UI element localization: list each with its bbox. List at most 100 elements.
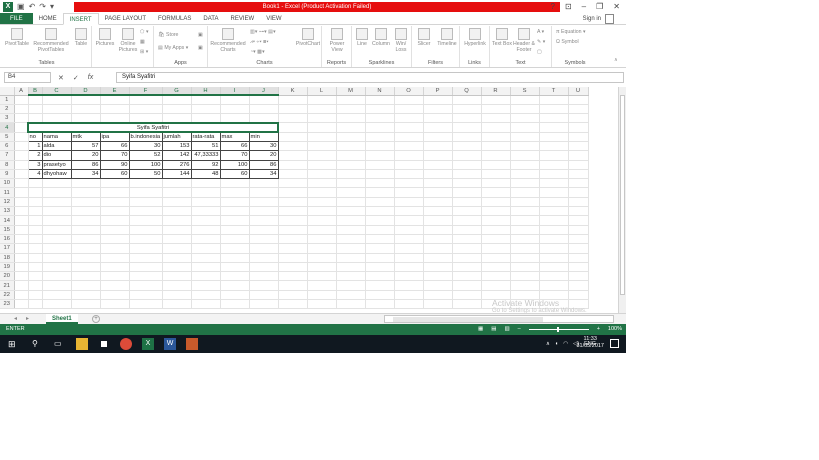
cell[interactable] — [249, 178, 279, 189]
cell[interactable] — [510, 132, 540, 143]
cell[interactable] — [42, 280, 72, 291]
cell[interactable] — [481, 178, 511, 189]
cell[interactable] — [394, 187, 424, 198]
cell[interactable] — [481, 132, 511, 143]
cell[interactable] — [71, 197, 101, 208]
data-cell[interactable]: 4 — [27, 168, 43, 180]
cell[interactable] — [568, 169, 589, 180]
cell[interactable] — [336, 197, 366, 208]
cell[interactable] — [28, 234, 43, 245]
cell[interactable] — [307, 280, 337, 291]
cell[interactable] — [278, 262, 308, 273]
cell[interactable] — [249, 197, 279, 208]
cell[interactable] — [568, 225, 589, 235]
cell[interactable] — [510, 262, 540, 273]
cell[interactable] — [510, 178, 540, 189]
cell[interactable] — [14, 104, 29, 115]
sign-in-label[interactable]: Sign in — [583, 13, 601, 25]
vertical-scroll-thumb[interactable] — [620, 95, 625, 295]
cell[interactable] — [423, 280, 453, 291]
cell[interactable] — [307, 187, 337, 198]
cell[interactable] — [307, 243, 337, 254]
cell[interactable] — [394, 253, 424, 263]
cell[interactable] — [568, 160, 589, 170]
cell[interactable] — [191, 253, 221, 263]
cell[interactable] — [14, 160, 29, 170]
shapes-icon[interactable]: ⬠ ▾ — [140, 29, 149, 35]
cell[interactable] — [394, 262, 424, 273]
cell[interactable] — [14, 234, 29, 245]
cell[interactable] — [278, 271, 308, 282]
cell[interactable] — [278, 299, 308, 310]
pivotchart-button[interactable]: PivotChart — [294, 28, 322, 47]
cell[interactable] — [394, 95, 424, 105]
cell[interactable] — [568, 141, 589, 152]
cell[interactable] — [278, 104, 308, 115]
cell[interactable] — [423, 113, 453, 124]
data-cell[interactable]: 70 — [219, 150, 250, 161]
pivottable-button[interactable]: PivotTable — [4, 28, 30, 47]
cell[interactable] — [42, 178, 72, 189]
cell[interactable] — [249, 299, 279, 310]
cell[interactable] — [307, 150, 337, 161]
cancel-icon[interactable]: ✕ — [58, 74, 64, 82]
new-sheet-icon[interactable]: + — [92, 315, 100, 323]
tab-review[interactable]: REVIEW — [225, 13, 261, 24]
cell[interactable] — [336, 104, 366, 115]
cell[interactable] — [539, 197, 569, 208]
cell[interactable] — [191, 243, 221, 254]
tray-chevron-icon[interactable]: ∧ — [546, 341, 550, 347]
cell[interactable] — [394, 299, 424, 310]
equation-button[interactable]: π Equation ▾ — [556, 29, 586, 35]
cell[interactable] — [100, 215, 130, 226]
smartart-icon[interactable]: ▦ — [140, 39, 145, 45]
row-header[interactable]: 11 — [0, 187, 15, 198]
cell[interactable] — [452, 253, 482, 263]
cell[interactable] — [394, 215, 424, 226]
column-label-cell[interactable]: no — [27, 131, 43, 143]
cell[interactable] — [28, 299, 43, 310]
column-header-u[interactable]: U — [568, 87, 589, 96]
cell[interactable] — [568, 271, 589, 282]
column-header-f[interactable]: F — [129, 87, 163, 96]
data-cell[interactable]: 48 — [190, 168, 221, 180]
column-header-l[interactable]: L — [307, 87, 337, 96]
cell[interactable] — [423, 225, 453, 235]
row-header[interactable]: 15 — [0, 225, 15, 235]
column-header-d[interactable]: D — [71, 87, 101, 96]
cell[interactable] — [365, 234, 395, 245]
data-cell[interactable]: 70 — [99, 150, 130, 161]
cell[interactable] — [365, 132, 395, 143]
cell[interactable] — [423, 178, 453, 189]
cell[interactable] — [336, 95, 366, 105]
row-header[interactable]: 16 — [0, 234, 15, 245]
cell[interactable] — [191, 113, 221, 124]
cell[interactable] — [307, 113, 337, 124]
cell[interactable] — [100, 253, 130, 263]
cell[interactable] — [481, 262, 511, 273]
store-button[interactable]: 🛍 Store — [158, 32, 178, 38]
data-cell[interactable]: 90 — [99, 159, 130, 170]
zoom-level[interactable]: 100% — [608, 324, 622, 335]
row-header[interactable]: 17 — [0, 243, 15, 254]
cell[interactable] — [100, 113, 130, 124]
cell[interactable] — [336, 169, 366, 180]
data-cell[interactable]: 2 — [27, 150, 43, 161]
page-break-view-icon[interactable]: ▥ — [504, 324, 509, 335]
store-app-icon[interactable] — [98, 338, 110, 350]
cell[interactable] — [71, 290, 101, 301]
data-cell[interactable]: 51 — [190, 140, 221, 152]
row-header[interactable]: 23 — [0, 299, 15, 310]
cell[interactable] — [452, 150, 482, 161]
cell[interactable] — [71, 206, 101, 217]
cell[interactable] — [394, 225, 424, 235]
cell[interactable] — [307, 122, 337, 133]
windows-start-icon[interactable]: ⊞ — [8, 338, 20, 350]
cell[interactable] — [42, 271, 72, 282]
cell[interactable] — [100, 299, 130, 310]
cell[interactable] — [28, 280, 43, 291]
cell[interactable] — [220, 178, 250, 189]
row-header[interactable]: 10 — [0, 178, 15, 189]
data-cell[interactable]: alda — [41, 140, 72, 152]
cell[interactable] — [220, 243, 250, 254]
